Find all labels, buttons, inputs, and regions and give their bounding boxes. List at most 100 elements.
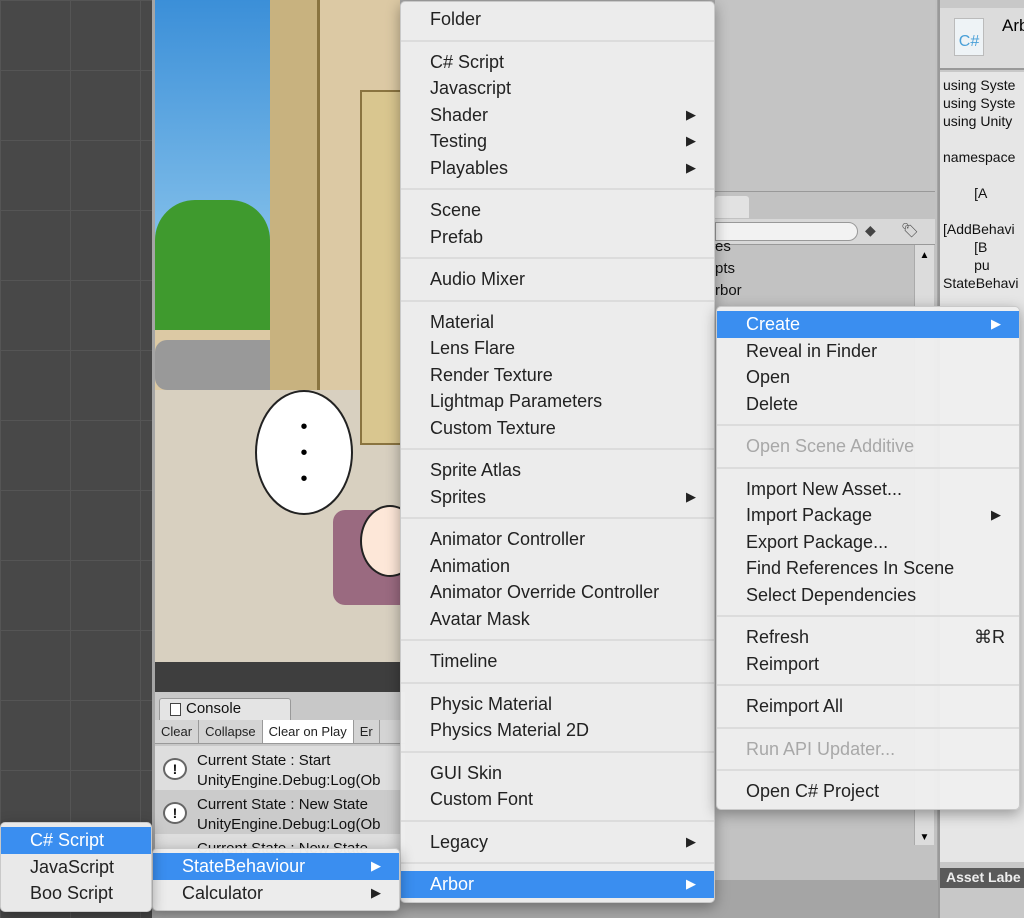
collapse-button[interactable]: Collapse — [199, 720, 263, 743]
speech-bubble: • • • — [255, 390, 353, 515]
preview-area — [715, 0, 935, 192]
menu-separator — [717, 677, 1019, 693]
menu-item-c-script[interactable]: C# Script — [401, 49, 714, 76]
menu-item-physic-material[interactable]: Physic Material — [401, 691, 714, 718]
info-icon: ! — [163, 802, 187, 824]
menu-separator — [401, 293, 714, 309]
clear-on-play-toggle[interactable]: Clear on Play — [262, 720, 354, 743]
code-line: using Syste — [943, 95, 1016, 111]
menu-separator — [717, 720, 1019, 736]
scroll-down-icon[interactable]: ▼ — [915, 832, 934, 843]
menu-item-import-package[interactable]: Import Package ▶ — [717, 502, 1019, 529]
menu-item-select-dependencies[interactable]: Select Dependencies — [717, 582, 1019, 609]
scroll-up-icon[interactable]: ▲ — [915, 250, 934, 261]
menu-item-open-c-project[interactable]: Open C# Project — [717, 778, 1019, 805]
bushes — [155, 200, 270, 330]
clear-button[interactable]: Clear — [155, 720, 200, 743]
filter-by-type-icon[interactable]: ◆ — [865, 222, 876, 239]
menu-item-animator-override-controller[interactable]: Animator Override Controller — [401, 579, 714, 606]
menu-item-custom-font[interactable]: Custom Font — [401, 786, 714, 813]
error-pause-toggle[interactable]: Er — [354, 720, 380, 743]
menu-item-label: Open — [746, 367, 791, 387]
menu-item-folder[interactable]: Folder — [401, 6, 714, 33]
menu-item-playables[interactable]: Playables ▶ — [401, 155, 714, 182]
menu-item-label: Refresh — [746, 627, 810, 647]
context-menu: Create ▶ Reveal in Finder Open Delete Open Sc… — [716, 306, 1020, 810]
menu-item-boo-script[interactable]: Boo Script — [1, 880, 151, 907]
menu-item-label: Physic Material — [430, 693, 553, 714]
tree-item[interactable]: pts — [715, 258, 742, 280]
log-entry[interactable]: ! Current State : New State UnityEngine.De… — [155, 790, 405, 834]
menu-item-custom-texture[interactable]: Custom Texture — [401, 415, 714, 442]
scene-view-background — [0, 0, 152, 918]
menu-item-label: Select Dependencies — [746, 584, 917, 605]
menu-item-gui-skin[interactable]: GUI Skin — [401, 760, 714, 787]
menu-item-label: Animator Override Controller — [430, 582, 660, 602]
tree-item[interactable]: es — [715, 236, 742, 258]
log-trace: UnityEngine.Debug:Log(Ob — [197, 816, 381, 833]
menu-item-testing[interactable]: Testing ▶ — [401, 128, 714, 155]
tree-item[interactable]: rbor — [715, 280, 742, 302]
menu-item-legacy[interactable]: Legacy ▶ — [401, 829, 714, 856]
menu-item-label: Import Package — [746, 505, 873, 525]
menu-item-reveal-in-finder[interactable]: Reveal in Finder — [717, 338, 1019, 365]
menu-separator — [401, 33, 714, 49]
menu-item-export-package[interactable]: Export Package... — [717, 529, 1019, 556]
menu-item-create[interactable]: Create ▶ — [717, 311, 1019, 338]
cabinet — [360, 90, 400, 445]
menu-separator — [401, 632, 714, 648]
menu-item-c-script[interactable]: C# Script — [1, 827, 151, 854]
code-line: pu — [943, 257, 990, 273]
menu-item-reimport-all[interactable]: Reimport All — [717, 693, 1019, 720]
menu-item-prefab[interactable]: Prefab — [401, 224, 714, 251]
tab-console[interactable]: Console — [159, 698, 291, 720]
menu-item-sprites[interactable]: Sprites ▶ — [401, 484, 714, 511]
menu-item-material[interactable]: Material — [401, 309, 714, 336]
menu-item-refresh[interactable]: Refresh ⌘R — [717, 624, 1019, 651]
game-view-footer — [155, 662, 400, 692]
menu-item-audio-mixer[interactable]: Audio Mixer — [401, 266, 714, 293]
code-line: using Syste — [943, 77, 1016, 93]
menu-item-javascript[interactable]: Javascript — [401, 75, 714, 102]
shortcut-label: ⌘R — [974, 627, 1005, 647]
tab-project[interactable] — [715, 196, 749, 218]
menu-item-animation[interactable]: Animation — [401, 553, 714, 580]
menu-item-label: C# Script — [430, 51, 505, 72]
filter-by-label-icon[interactable]: 🏷 — [901, 222, 919, 239]
menu-separator — [401, 744, 714, 760]
menu-item-timeline[interactable]: Timeline — [401, 648, 714, 675]
submenu-arrow-icon: ▶ — [686, 106, 696, 122]
menu-item-statebehaviour[interactable]: StateBehaviour ▶ — [153, 853, 399, 880]
menu-item-physics-material-2d[interactable]: Physics Material 2D — [401, 717, 714, 744]
menu-item-shader[interactable]: Shader ▶ — [401, 102, 714, 129]
menu-item-avatar-mask[interactable]: Avatar Mask — [401, 606, 714, 633]
submenu-arrow-icon: ▶ — [686, 833, 696, 849]
menu-item-label: Animation — [430, 555, 511, 576]
menu-item-lightmap-parameters[interactable]: Lightmap Parameters — [401, 388, 714, 415]
menu-separator — [717, 608, 1019, 624]
menu-item-lens-flare[interactable]: Lens Flare — [401, 335, 714, 362]
menu-item-open[interactable]: Open — [717, 364, 1019, 391]
menu-item-reimport[interactable]: Reimport — [717, 651, 1019, 678]
menu-item-delete[interactable]: Delete — [717, 391, 1019, 418]
menu-item-arbor[interactable]: Arbor ▶ — [401, 871, 714, 898]
log-message: Current State : Start — [197, 752, 331, 769]
menu-item-label: Audio Mixer — [430, 269, 526, 289]
arbor-submenu: StateBehaviour ▶ Calculator ▶ — [152, 848, 400, 911]
menu-item-find-references-in-scene[interactable]: Find References In Scene — [717, 555, 1019, 582]
menu-item-label: Arbor — [430, 874, 475, 894]
menu-item-scene[interactable]: Scene — [401, 197, 714, 224]
menu-item-javascript[interactable]: JavaScript — [1, 854, 151, 881]
menu-item-render-texture[interactable]: Render Texture — [401, 362, 714, 389]
menu-item-animator-controller[interactable]: Animator Controller — [401, 526, 714, 553]
menu-item-sprite-atlas[interactable]: Sprite Atlas — [401, 457, 714, 484]
statebehaviour-submenu: C# Script JavaScript Boo Script — [0, 822, 152, 912]
menu-item-label: Open C# Project — [746, 781, 880, 801]
menu-item-run-api-updater: Run API Updater... — [717, 736, 1019, 763]
menu-item-calculator[interactable]: Calculator ▶ — [153, 880, 399, 907]
menu-item-import-new-asset[interactable]: Import New Asset... — [717, 476, 1019, 503]
menu-item-label: GUI Skin — [430, 762, 503, 783]
log-entry[interactable]: ! Current State : Start UnityEngine.Debug:… — [155, 746, 405, 790]
menu-item-label: Folder — [430, 9, 482, 29]
